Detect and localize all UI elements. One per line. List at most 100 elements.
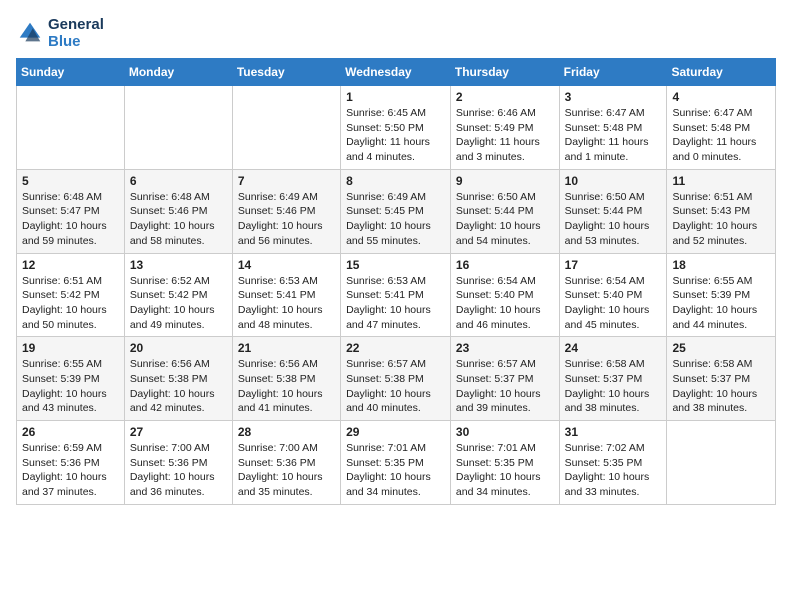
day-cell: 17 Sunrise: 6:54 AMSunset: 5:40 PMDayligh… xyxy=(559,253,667,337)
logo-text: General Blue xyxy=(48,16,104,50)
day-cell: 4 Sunrise: 6:47 AMSunset: 5:48 PMDaylight… xyxy=(667,86,776,170)
day-cell: 22Sunrise: 6:57 AMSunset: 5:38 PMDayligh… xyxy=(341,337,451,421)
day-number: 3 xyxy=(565,90,662,104)
day-cell xyxy=(667,421,776,505)
calendar-header: SundayMondayTuesdayWednesdayThursdayFrid… xyxy=(17,59,776,86)
week-row-4: 19 Sunrise: 6:55 AMSunset: 5:39 PMDayligh… xyxy=(17,337,776,421)
logo-icon xyxy=(16,19,44,47)
day-info: Sunrise: 6:52 AMSunset: 5:42 PMDaylight:… xyxy=(130,274,227,333)
day-cell: 21 Sunrise: 6:56 AMSunset: 5:38 PMDayligh… xyxy=(232,337,340,421)
day-info: Sunrise: 7:00 AMSunset: 5:36 PMDaylight:… xyxy=(238,441,335,500)
day-number: 10 xyxy=(565,174,662,188)
calendar-body: 1 Sunrise: 6:45 AMSunset: 5:50 PMDaylight… xyxy=(17,86,776,505)
day-number: 18 xyxy=(672,258,770,272)
day-cell: 15 Sunrise: 6:53 AMSunset: 5:41 PMDayligh… xyxy=(341,253,451,337)
day-cell: 19 Sunrise: 6:55 AMSunset: 5:39 PMDayligh… xyxy=(17,337,125,421)
day-info: Sunrise: 6:53 AMSunset: 5:41 PMDaylight:… xyxy=(238,274,335,333)
day-number: 4 xyxy=(672,90,770,104)
day-number: 19 xyxy=(22,341,119,355)
day-number: 15 xyxy=(346,258,445,272)
day-number: 2 xyxy=(456,90,554,104)
day-info: Sunrise: 6:48 AMSunset: 5:47 PMDaylight:… xyxy=(22,190,119,249)
day-cell: 23Sunrise: 6:57 AMSunset: 5:37 PMDayligh… xyxy=(450,337,559,421)
day-cell: 27 Sunrise: 7:00 AMSunset: 5:36 PMDayligh… xyxy=(124,421,232,505)
day-number: 8 xyxy=(346,174,445,188)
day-number: 24 xyxy=(565,341,662,355)
page-header: General Blue xyxy=(16,16,776,50)
header-cell-friday: Friday xyxy=(559,59,667,86)
day-number: 11 xyxy=(672,174,770,188)
day-info: Sunrise: 7:01 AMSunset: 5:35 PMDaylight:… xyxy=(346,441,445,500)
day-number: 14 xyxy=(238,258,335,272)
day-cell xyxy=(124,86,232,170)
day-info: Sunrise: 6:58 AMSunset: 5:37 PMDaylight:… xyxy=(565,357,662,416)
day-number: 25 xyxy=(672,341,770,355)
day-info: Sunrise: 6:45 AMSunset: 5:50 PMDaylight:… xyxy=(346,106,445,165)
day-number: 21 xyxy=(238,341,335,355)
day-info: Sunrise: 6:54 AMSunset: 5:40 PMDaylight:… xyxy=(565,274,662,333)
day-cell: 12 Sunrise: 6:51 AMSunset: 5:42 PMDayligh… xyxy=(17,253,125,337)
day-cell xyxy=(232,86,340,170)
day-cell: 3 Sunrise: 6:47 AMSunset: 5:48 PMDaylight… xyxy=(559,86,667,170)
day-number: 27 xyxy=(130,425,227,439)
header-cell-monday: Monday xyxy=(124,59,232,86)
day-cell: 29 Sunrise: 7:01 AMSunset: 5:35 PMDayligh… xyxy=(341,421,451,505)
day-info: Sunrise: 6:51 AMSunset: 5:42 PMDaylight:… xyxy=(22,274,119,333)
header-row: SundayMondayTuesdayWednesdayThursdayFrid… xyxy=(17,59,776,86)
day-info: Sunrise: 7:02 AMSunset: 5:35 PMDaylight:… xyxy=(565,441,662,500)
week-row-3: 12 Sunrise: 6:51 AMSunset: 5:42 PMDayligh… xyxy=(17,253,776,337)
day-cell: 20Sunrise: 6:56 AMSunset: 5:38 PMDayligh… xyxy=(124,337,232,421)
day-number: 20 xyxy=(130,341,227,355)
day-cell: 5 Sunrise: 6:48 AMSunset: 5:47 PMDaylight… xyxy=(17,169,125,253)
day-info: Sunrise: 6:59 AMSunset: 5:36 PMDaylight:… xyxy=(22,441,119,500)
day-info: Sunrise: 6:49 AMSunset: 5:46 PMDaylight:… xyxy=(238,190,335,249)
day-info: Sunrise: 6:58 AMSunset: 5:37 PMDaylight:… xyxy=(672,357,770,416)
day-cell: 2 Sunrise: 6:46 AMSunset: 5:49 PMDaylight… xyxy=(450,86,559,170)
day-cell: 11 Sunrise: 6:51 AMSunset: 5:43 PMDayligh… xyxy=(667,169,776,253)
day-number: 29 xyxy=(346,425,445,439)
day-cell: 25 Sunrise: 6:58 AMSunset: 5:37 PMDayligh… xyxy=(667,337,776,421)
day-info: Sunrise: 6:56 AMSunset: 5:38 PMDaylight:… xyxy=(238,357,335,416)
day-info: Sunrise: 7:01 AMSunset: 5:35 PMDaylight:… xyxy=(456,441,554,500)
day-info: Sunrise: 6:51 AMSunset: 5:43 PMDaylight:… xyxy=(672,190,770,249)
day-number: 23 xyxy=(456,341,554,355)
logo: General Blue xyxy=(16,16,104,50)
day-cell: 18Sunrise: 6:55 AMSunset: 5:39 PMDayligh… xyxy=(667,253,776,337)
day-info: Sunrise: 6:47 AMSunset: 5:48 PMDaylight:… xyxy=(565,106,662,165)
header-cell-sunday: Sunday xyxy=(17,59,125,86)
day-number: 1 xyxy=(346,90,445,104)
day-number: 26 xyxy=(22,425,119,439)
day-info: Sunrise: 6:47 AMSunset: 5:48 PMDaylight:… xyxy=(672,106,770,165)
day-info: Sunrise: 7:00 AMSunset: 5:36 PMDaylight:… xyxy=(130,441,227,500)
day-number: 30 xyxy=(456,425,554,439)
day-info: Sunrise: 6:46 AMSunset: 5:49 PMDaylight:… xyxy=(456,106,554,165)
day-info: Sunrise: 6:48 AMSunset: 5:46 PMDaylight:… xyxy=(130,190,227,249)
calendar-table: SundayMondayTuesdayWednesdayThursdayFrid… xyxy=(16,58,776,505)
week-row-5: 26 Sunrise: 6:59 AMSunset: 5:36 PMDayligh… xyxy=(17,421,776,505)
day-number: 17 xyxy=(565,258,662,272)
day-cell: 1 Sunrise: 6:45 AMSunset: 5:50 PMDaylight… xyxy=(341,86,451,170)
day-cell: 13Sunrise: 6:52 AMSunset: 5:42 PMDayligh… xyxy=(124,253,232,337)
day-cell: 31 Sunrise: 7:02 AMSunset: 5:35 PMDayligh… xyxy=(559,421,667,505)
day-info: Sunrise: 6:53 AMSunset: 5:41 PMDaylight:… xyxy=(346,274,445,333)
day-info: Sunrise: 6:50 AMSunset: 5:44 PMDaylight:… xyxy=(565,190,662,249)
day-cell: 28Sunrise: 7:00 AMSunset: 5:36 PMDayligh… xyxy=(232,421,340,505)
day-info: Sunrise: 6:50 AMSunset: 5:44 PMDaylight:… xyxy=(456,190,554,249)
day-cell: 24 Sunrise: 6:58 AMSunset: 5:37 PMDayligh… xyxy=(559,337,667,421)
day-info: Sunrise: 6:54 AMSunset: 5:40 PMDaylight:… xyxy=(456,274,554,333)
header-cell-tuesday: Tuesday xyxy=(232,59,340,86)
day-cell: 6 Sunrise: 6:48 AMSunset: 5:46 PMDaylight… xyxy=(124,169,232,253)
day-number: 7 xyxy=(238,174,335,188)
day-cell xyxy=(17,86,125,170)
week-row-2: 5 Sunrise: 6:48 AMSunset: 5:47 PMDaylight… xyxy=(17,169,776,253)
day-number: 5 xyxy=(22,174,119,188)
day-number: 22 xyxy=(346,341,445,355)
day-info: Sunrise: 6:55 AMSunset: 5:39 PMDaylight:… xyxy=(22,357,119,416)
header-cell-saturday: Saturday xyxy=(667,59,776,86)
day-number: 6 xyxy=(130,174,227,188)
week-row-1: 1 Sunrise: 6:45 AMSunset: 5:50 PMDaylight… xyxy=(17,86,776,170)
day-info: Sunrise: 6:49 AMSunset: 5:45 PMDaylight:… xyxy=(346,190,445,249)
day-cell: 30 Sunrise: 7:01 AMSunset: 5:35 PMDayligh… xyxy=(450,421,559,505)
day-number: 12 xyxy=(22,258,119,272)
day-number: 31 xyxy=(565,425,662,439)
